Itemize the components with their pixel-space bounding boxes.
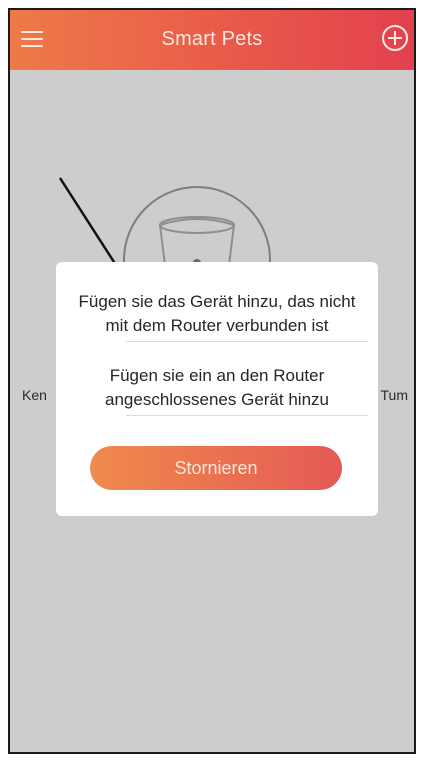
add-device-icon[interactable] — [382, 25, 408, 51]
background-text-left: Ken — [22, 387, 47, 403]
app-header: Smart Pets — [10, 10, 414, 70]
add-device-dialog: Fügen sie das Gerät hinzu, das nicht mit… — [56, 262, 378, 516]
cancel-button[interactable]: Stornieren — [90, 446, 342, 490]
add-connected-device-option[interactable]: Fügen sie ein an den Router angeschlosse… — [70, 364, 364, 412]
page-title: Smart Pets — [161, 28, 263, 50]
divider — [126, 415, 368, 416]
phone-screen: Smart Pets Ken Tum Fügen sie das Gerät h… — [8, 8, 416, 754]
divider — [126, 341, 368, 342]
add-unconnected-device-option[interactable]: Fügen sie das Gerät hinzu, das nicht mit… — [70, 290, 364, 338]
background-text-right: Tum — [380, 387, 408, 403]
